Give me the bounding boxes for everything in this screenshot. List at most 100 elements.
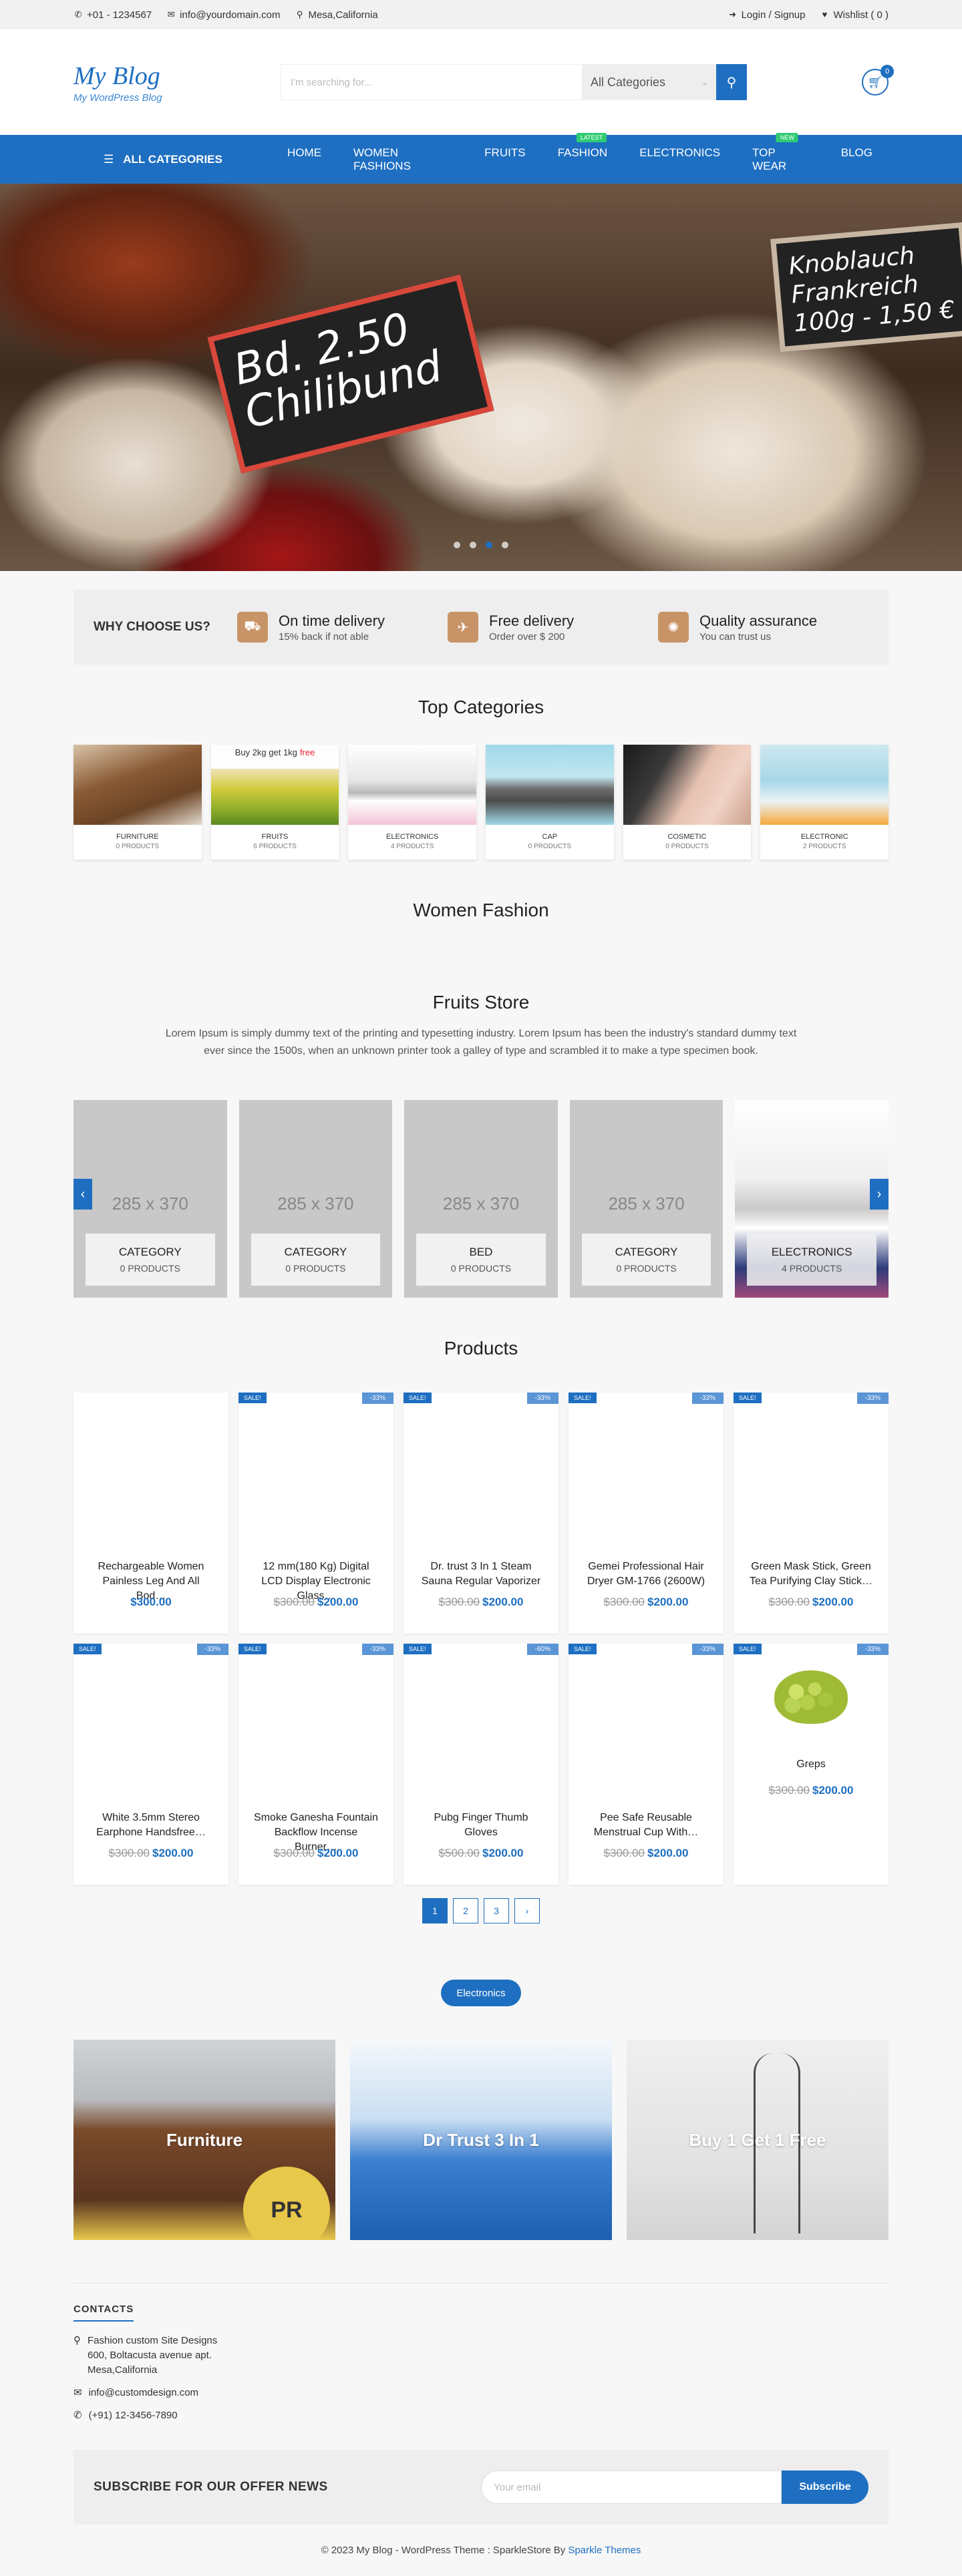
promo-banners: PR Furniture Dr Trust 3 In 1 Buy 1 Get 1 Fr… <box>73 2040 889 2240</box>
category-slide[interactable]: 285 x 370 CATEGORY 0 PRODUCTS <box>569 1100 724 1298</box>
hero-slider[interactable]: Bd. 2.50 Chilibund Knoblauch Frankreich … <box>0 184 962 571</box>
product-card[interactable]: SALE! -33% White 3.5mm Stereo Earphone Han… <box>73 1644 228 1885</box>
phone-contact[interactable]: ✆ +01 - 1234567 <box>73 9 152 21</box>
sale-badge: SALE! <box>238 1393 267 1403</box>
promo-banner[interactable]: Dr Trust 3 In 1 <box>350 2040 612 2240</box>
promo-banner[interactable]: PR Furniture <box>73 2040 335 2240</box>
sale-badge: SALE! <box>569 1393 597 1403</box>
slider-dot[interactable] <box>486 542 492 548</box>
slider-prev-button[interactable]: ‹ <box>73 1179 92 1210</box>
sale-badge: SALE! <box>569 1644 597 1654</box>
slide-label-card: CATEGORY 0 PRODUCTS <box>251 1234 381 1286</box>
page-button[interactable]: 2 <box>453 1898 478 1923</box>
category-slide[interactable]: 285 x 370 CATEGORY 0 PRODUCTS <box>73 1100 227 1298</box>
category-select[interactable]: All Categories ⌄ <box>583 64 716 100</box>
category-count: 4 PRODUCTS <box>390 843 434 850</box>
category-name: ELECTRONICS <box>386 833 439 841</box>
feature-title: On time delivery <box>279 612 385 629</box>
category-slide[interactable]: ELECTRONICS 4 PRODUCTS <box>735 1100 889 1298</box>
banner-title: Furniture <box>166 2129 243 2150</box>
category-card[interactable]: CAP 0 PRODUCTS <box>486 745 614 860</box>
product-price: $300.00 $200.00 <box>569 1596 724 1609</box>
product-card[interactable]: SALE! -33% Pee Safe Reusable Menstrual Cup… <box>569 1644 724 1885</box>
nav-fashion[interactable]: FASHION LATEST <box>542 132 624 173</box>
nav-blog[interactable]: BLOG <box>825 146 889 173</box>
slider-dot[interactable] <box>470 542 476 548</box>
product-card[interactable]: SALE! -33% Gemei Professional Hair Dryer G… <box>569 1393 724 1634</box>
product-card[interactable]: SALE! -33% 12 mm(180 Kg) Digital LCD Displ… <box>238 1393 393 1634</box>
product-card[interactable]: SALE! -33% Dr. trust 3 In 1 Steam Sauna Re… <box>404 1393 558 1634</box>
slider-dot[interactable] <box>502 542 508 548</box>
category-image <box>348 745 477 825</box>
product-name[interactable]: Pee Safe Reusable Menstrual Cup With… <box>582 1811 710 1840</box>
category-card[interactable]: ELECTRONIC 2 PRODUCTS <box>760 745 889 860</box>
product-name[interactable]: Gemei Professional Hair Dryer GM-1766 (2… <box>582 1559 710 1589</box>
feature-subtitle: You can trust us <box>699 630 772 642</box>
category-card[interactable]: Buy 2kg get 1kg free FRUITS 6 PRODUCTS <box>210 745 339 860</box>
product-card[interactable]: SALE! -60% Pubg Finger Thumb Gloves $500.00… <box>404 1644 558 1885</box>
site-logo[interactable]: My Blog My WordPress Blog <box>73 61 281 104</box>
feature-title: Quality assurance <box>699 612 818 629</box>
login-link[interactable]: ➜ Login / Signup <box>728 9 805 21</box>
heart-icon: ♥ <box>822 9 828 19</box>
image-placeholder: 285 x 370 <box>277 1193 354 1214</box>
electronics-tab-button[interactable]: Electronics <box>441 1980 521 2006</box>
product-name[interactable]: White 3.5mm Stereo Earphone Handsfree… <box>87 1811 215 1840</box>
category-image: Buy 2kg get 1kg free <box>210 745 339 825</box>
product-name[interactable]: Pubg Finger Thumb Gloves <box>417 1811 545 1840</box>
category-card[interactable]: FURNITURE 0 PRODUCTS <box>73 745 202 860</box>
slide-count: 0 PRODUCTS <box>450 1263 512 1274</box>
all-categories-toggle[interactable]: ☰ ALL CATEGORIES <box>73 153 271 166</box>
product-price: $300.00 $200.00 <box>569 1847 724 1860</box>
search-button[interactable]: ⚲ <box>716 64 747 100</box>
contacts-heading: CONTACTS <box>73 2304 134 2322</box>
wishlist-link[interactable]: ♥ Wishlist ( 0 ) <box>820 9 889 21</box>
product-name[interactable]: Dr. trust 3 In 1 Steam Sauna Regular Vap… <box>417 1559 545 1589</box>
banner-title: Buy 1 Get 1 Free <box>689 2129 826 2150</box>
product-name[interactable]: Greps <box>747 1757 875 1772</box>
theme-author-link[interactable]: Sparkle Themes <box>568 2545 641 2556</box>
nav-women-fashions[interactable]: WOMEN FASHIONS <box>337 146 468 173</box>
subscribe-button[interactable]: Subscribe <box>782 2470 868 2504</box>
category-card[interactable]: COSMETIC 0 PRODUCTS <box>623 745 752 860</box>
nav-tag-badge: LATEST <box>576 132 607 142</box>
slide-label-card: BED 0 PRODUCTS <box>416 1234 546 1286</box>
category-slide[interactable]: 285 x 370 BED 0 PRODUCTS <box>404 1100 558 1298</box>
feature-subtitle: Order over $ 200 <box>489 630 565 642</box>
slide-count: 0 PRODUCTS <box>616 1263 677 1274</box>
product-name[interactable]: Green Mask Stick, Green Tea Purifying Cl… <box>747 1559 875 1589</box>
nav-fruits[interactable]: FRUITS <box>468 146 541 173</box>
category-image <box>623 745 752 825</box>
slider-dot[interactable] <box>454 542 460 548</box>
image-placeholder: 285 x 370 <box>608 1193 685 1214</box>
sale-badge: SALE! <box>734 1644 762 1654</box>
promo-banner[interactable]: Buy 1 Get 1 Free <box>627 2040 889 2240</box>
product-card[interactable]: SALE! -33% Smoke Ganesha Fountain Backflow… <box>238 1644 393 1885</box>
discount-badge: -33% <box>856 1393 889 1404</box>
slider-next-button[interactable]: › <box>870 1179 889 1210</box>
footer-email[interactable]: ✉ info@customdesign.com <box>73 2386 889 2400</box>
email-contact[interactable]: ✉ info@yourdomain.com <box>166 9 281 21</box>
nav-top-wear[interactable]: TOP WEAR NEW <box>736 132 825 173</box>
product-card[interactable]: Rechargeable Women Painless Leg And All … <box>73 1393 228 1634</box>
newsletter-email-input[interactable]: Your email <box>481 2470 782 2504</box>
product-card[interactable]: SALE! -33% Green Mask Stick, Green Tea Pur… <box>734 1393 889 1634</box>
nav-home[interactable]: HOME <box>271 146 337 173</box>
page-button[interactable]: 3 <box>484 1898 509 1923</box>
fruits-store-description: Lorem Ipsum is simply dummy text of the … <box>165 1028 797 1057</box>
slide-name: CATEGORY <box>615 1246 678 1258</box>
category-slider: 285 x 370 CATEGORY 0 PRODUCTS 285 x 370 CATE… <box>73 1100 889 1298</box>
footer-phone[interactable]: ✆ (+91) 12-3456-7890 <box>73 2408 889 2423</box>
category-slide[interactable]: 285 x 370 CATEGORY 0 PRODUCTS <box>238 1100 393 1298</box>
slide-name: CATEGORY <box>118 1246 182 1258</box>
page-button[interactable]: 1 <box>422 1898 448 1923</box>
nav-electronics[interactable]: ELECTRONICS <box>623 146 736 173</box>
search-input[interactable]: I'm searching for... <box>281 64 583 100</box>
current-price: $200.00 <box>812 1596 854 1608</box>
category-card[interactable]: ELECTRONICS 4 PRODUCTS <box>348 745 477 860</box>
cart-button[interactable]: 🛒︎ 0 <box>862 65 894 96</box>
next-page-button[interactable]: › <box>514 1898 540 1923</box>
site-title[interactable]: My Blog <box>73 61 281 91</box>
category-count: 0 PRODUCTS <box>116 843 160 850</box>
product-card[interactable]: SALE! -33% Greps $300.00 $200.00 <box>734 1644 889 1885</box>
